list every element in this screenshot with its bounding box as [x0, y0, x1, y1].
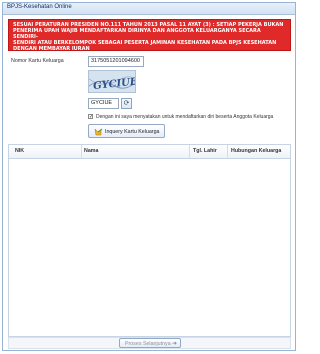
table-header: NIK Nama Tgl. Lahir Hubungan Keluarga	[9, 145, 290, 159]
column-hubungan-keluarga[interactable]: Hubungan Keluarga	[231, 148, 281, 154]
column-tgl-lahir[interactable]: Tgl. Lahir	[193, 148, 217, 154]
captcha-input[interactable]: GYCIUE	[88, 98, 119, 109]
window-title: BPJS-Kesehatan Online	[7, 4, 72, 10]
app-window: BPJS-Kesehatan Online SESUAI PERATURAN P…	[2, 2, 296, 351]
notice-line: DENGAN MEMBAYAR IURAN	[13, 46, 90, 52]
kk-number-label: Nomor Kartu Keluarga	[11, 58, 64, 64]
arrow-right-icon: ➔	[172, 340, 178, 347]
captcha-image: GYCIUE	[88, 70, 136, 93]
next-process-button[interactable]: Proses Selanjutnya ➔	[119, 338, 181, 348]
column-nik[interactable]: NIK	[15, 148, 24, 154]
next-process-button-label: Proses Selanjutnya	[125, 340, 171, 347]
refresh-icon: ⟳	[123, 99, 130, 107]
kk-number-input[interactable]: 3175051201094600	[88, 56, 144, 67]
family-members-table: NIK Nama Tgl. Lahir Hubungan Keluarga	[8, 144, 291, 337]
inquiry-icon	[94, 128, 103, 136]
table-body	[9, 159, 290, 336]
notice-line: PENERIMA UPAH WAJIB MENDAFTARKAN DIRINYA…	[13, 28, 261, 40]
captcha-text: GYCIUE	[93, 76, 136, 92]
column-divider	[81, 145, 82, 158]
inquiry-kk-button-label: Inquery Kartu Keluarga	[105, 128, 160, 135]
consent-checkbox[interactable]: ✓	[88, 114, 94, 120]
column-divider	[227, 145, 228, 158]
column-divider	[189, 145, 190, 158]
footer-bar: Proses Selanjutnya ➔	[8, 337, 291, 349]
inquiry-kk-button[interactable]: Inquery Kartu Keluarga	[88, 124, 165, 138]
column-nama[interactable]: Nama	[84, 148, 98, 154]
consent-label: Dengan ini saya menyatakan untuk mendaft…	[96, 114, 274, 120]
check-icon: ✓	[89, 114, 94, 120]
window-titlebar: BPJS-Kesehatan Online	[3, 3, 295, 15]
refresh-captcha-button[interactable]: ⟳	[121, 98, 132, 109]
notice-banner: SESUAI PERATURAN PRESIDEN NO.111 TAHUN 2…	[8, 19, 291, 52]
captcha-graphic: GYCIUE	[89, 76, 136, 92]
